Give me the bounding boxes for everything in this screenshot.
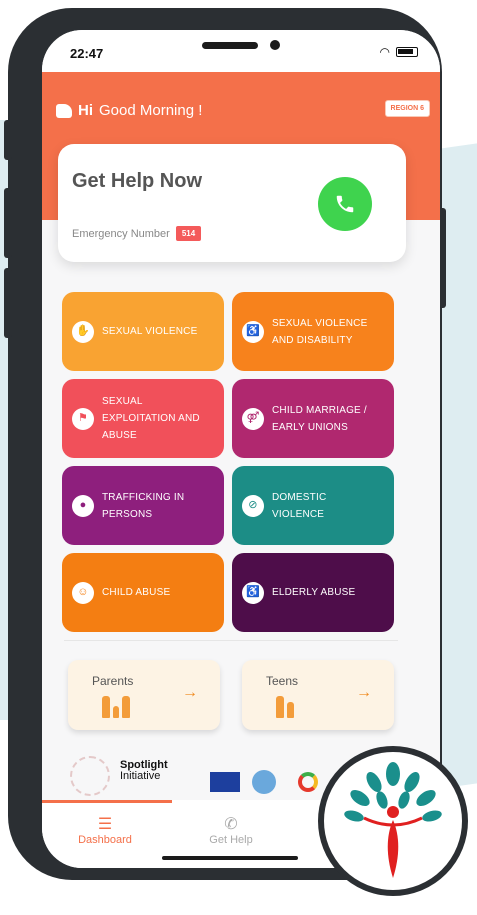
spotlight-subtitle: Initiative (120, 770, 161, 782)
category-label: SEXUAL VIOLENCE AND DISABILITY (272, 317, 368, 346)
greeting: Hi Good Morning ! (56, 102, 202, 119)
category-tile[interactable]: ⊘ DOMESTIC VIOLENCE (232, 466, 394, 545)
notch-camera (270, 40, 280, 50)
nav-get-help-label: Get Help (209, 834, 253, 846)
category-tile[interactable]: ✋ SEXUAL VIOLENCE (62, 292, 224, 371)
category-label: ELDERLY ABUSE (272, 587, 356, 598)
category-label: DOMESTIC VIOLENCE (272, 491, 327, 520)
arrow-right-icon: → (182, 684, 198, 701)
status-icons: ◠ (380, 45, 418, 59)
person-icon: ● (72, 494, 94, 517)
status-time: 22:47 (70, 46, 104, 61)
parents-label: Parents (92, 674, 134, 688)
get-help-title: Get Help Now (72, 170, 203, 192)
shield-icon: ✋ (72, 320, 94, 343)
battery-icon (396, 47, 418, 57)
category-label: CHILD MARRIAGE / EARLY UNIONS (272, 404, 367, 433)
nav-dashboard[interactable]: ☰ Dashboard (60, 814, 150, 846)
no-violence-icon: ⊘ (242, 494, 264, 517)
un-logo-icon (252, 770, 276, 794)
child-icon: ☺ (72, 581, 94, 604)
side-button (4, 268, 12, 338)
teens-card[interactable]: Teens → (242, 660, 394, 730)
app-screen: 22:47 ◠ Hi Good Morning ! REGION 6 Get H… (42, 30, 440, 868)
category-tile[interactable]: ⚤ CHILD MARRIAGE / EARLY UNIONS (232, 379, 394, 458)
get-help-card[interactable]: Get Help Now Emergency Number 514 (58, 144, 406, 262)
sdg-wheel-icon (298, 772, 318, 792)
spotlight-logo-text: Spotlight Initiative (120, 760, 168, 782)
nav-dashboard-label: Dashboard (78, 834, 132, 846)
category-tile[interactable]: ♿ ELDERLY ABUSE (232, 553, 394, 632)
call-button[interactable] (318, 177, 372, 231)
home-indicator[interactable] (162, 856, 298, 860)
category-label: SEXUAL VIOLENCE (102, 326, 198, 337)
spotlight-logo-icon (70, 756, 110, 796)
teens-label: Teens (266, 674, 299, 688)
side-button (4, 120, 12, 160)
divider (64, 640, 398, 641)
disability-icon: ♿ (242, 320, 264, 343)
nav-active-indicator (42, 800, 172, 803)
phone-icon: ✆ (224, 816, 238, 833)
couple-icon: ⚤ (242, 407, 264, 430)
phone-icon (336, 195, 354, 213)
elderly-icon: ♿ (242, 581, 264, 604)
category-tile[interactable]: ☺ CHILD ABUSE (62, 553, 224, 632)
flag-icon: ⚑ (72, 407, 94, 430)
arrow-right-icon: → (356, 684, 372, 701)
status-bar: 22:47 ◠ (42, 30, 440, 72)
category-tile[interactable]: ♿ SEXUAL VIOLENCE AND DISABILITY (232, 292, 394, 371)
emergency-label: Emergency Number (72, 227, 170, 240)
teens-icon (276, 696, 294, 718)
app-logo-badge (318, 746, 468, 896)
parents-icon (102, 696, 130, 718)
wave-hand-icon (56, 103, 72, 118)
category-tile[interactable]: ⚑ SEXUAL EXPLOITATION AND ABUSE (62, 379, 224, 458)
side-button (4, 188, 12, 258)
emergency-number-row: Emergency Number 514 (72, 226, 202, 241)
dashboard-icon: ☰ (97, 816, 113, 833)
category-tile[interactable]: ● TRAFFICKING IN PERSONS (62, 466, 224, 545)
parents-card[interactable]: Parents → (68, 660, 220, 730)
greeting-prefix: Hi (78, 102, 93, 119)
emergency-number[interactable]: 514 (175, 226, 202, 241)
wifi-icon: ◠ (379, 45, 390, 59)
tree-logo-icon (344, 762, 442, 878)
eu-flag-icon (210, 772, 240, 792)
notch-speaker (202, 42, 258, 49)
category-grid: ✋ SEXUAL VIOLENCE ♿ SEXUAL VIOLENCE AND DIS… (62, 292, 394, 632)
region-badge[interactable]: REGION 6 (384, 100, 430, 117)
nav-get-help[interactable]: ✆ Get Help (186, 814, 276, 846)
category-label: TRAFFICKING IN PERSONS (102, 491, 185, 520)
greeting-text: Good Morning ! (99, 102, 203, 119)
category-label: CHILD ABUSE (102, 587, 171, 598)
category-label: SEXUAL EXPLOITATION AND ABUSE (102, 396, 200, 441)
stage: 22:47 ◠ Hi Good Morning ! REGION 6 Get H… (0, 0, 477, 915)
